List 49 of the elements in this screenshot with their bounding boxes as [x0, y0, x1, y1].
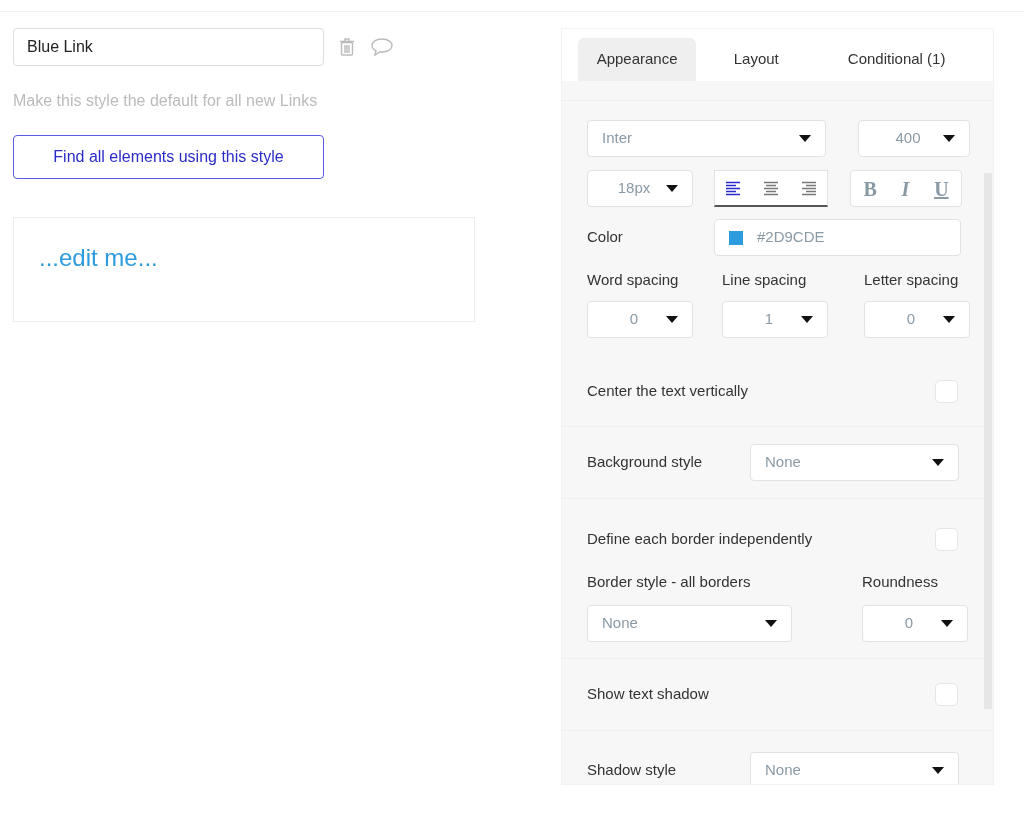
field-label: Shadow style [587, 760, 678, 781]
checkbox[interactable] [935, 682, 958, 706]
align-center-icon [763, 181, 779, 197]
color-swatch-icon [729, 230, 743, 245]
caret-icon [943, 135, 955, 142]
trash-icon[interactable] [340, 38, 354, 56]
caret-icon [799, 135, 811, 142]
bold-button[interactable]: B [859, 178, 881, 199]
checkbox[interactable] [935, 380, 958, 403]
color-field[interactable]: #2D9CDE [714, 219, 961, 256]
dropdown[interactable]: None [750, 752, 959, 784]
preview-text: ...edit me... [39, 244, 158, 271]
dropdown[interactable]: None [750, 443, 959, 481]
find-elements-button[interactable]: Find all elements using this style [13, 135, 324, 179]
dropdown[interactable]: 0 [862, 605, 968, 642]
checkbox-label: Show text shadow [587, 683, 710, 704]
caret-icon [932, 767, 944, 774]
checkbox[interactable] [935, 527, 958, 551]
dropdown[interactable]: 18px [587, 170, 693, 207]
align-right-icon [800, 181, 817, 197]
style-name-field[interactable]: Blue Link [13, 28, 324, 66]
caret-icon [941, 620, 953, 627]
checkbox-label: Center the text vertically [587, 381, 749, 402]
caret-icon [666, 315, 678, 323]
dropdown[interactable]: Inter [587, 120, 826, 157]
dropdown[interactable]: 0 [587, 300, 693, 338]
color-label: Color [587, 227, 624, 248]
align-left-icon [725, 181, 742, 197]
tab[interactable]: Appearance [578, 38, 697, 81]
dropdown[interactable]: None [587, 605, 792, 642]
underline-button[interactable]: U [930, 178, 953, 199]
checkbox-label: Define each border independently [587, 528, 814, 549]
field-label: Background style [587, 451, 704, 472]
spacing-label: Word spacing [587, 270, 680, 290]
caret-icon [943, 315, 955, 323]
caret-icon [765, 620, 777, 627]
dropdown[interactable]: 400 [858, 120, 970, 157]
caret-icon [801, 315, 813, 323]
default-style-option[interactable]: Make this style the default for all new Links [13, 89, 475, 113]
caret-icon [666, 185, 678, 192]
dropdown[interactable]: 1 [722, 300, 828, 338]
field-label: Border style - all borders [587, 571, 752, 592]
spacing-label: Line spacing [722, 270, 808, 290]
comment-icon[interactable] [370, 37, 394, 57]
spacing-label: Letter spacing [864, 270, 960, 290]
caret-icon [932, 458, 944, 466]
dropdown[interactable]: 0 [864, 300, 970, 338]
field-label: Roundness [862, 571, 939, 592]
italic-button[interactable]: I [897, 178, 914, 199]
